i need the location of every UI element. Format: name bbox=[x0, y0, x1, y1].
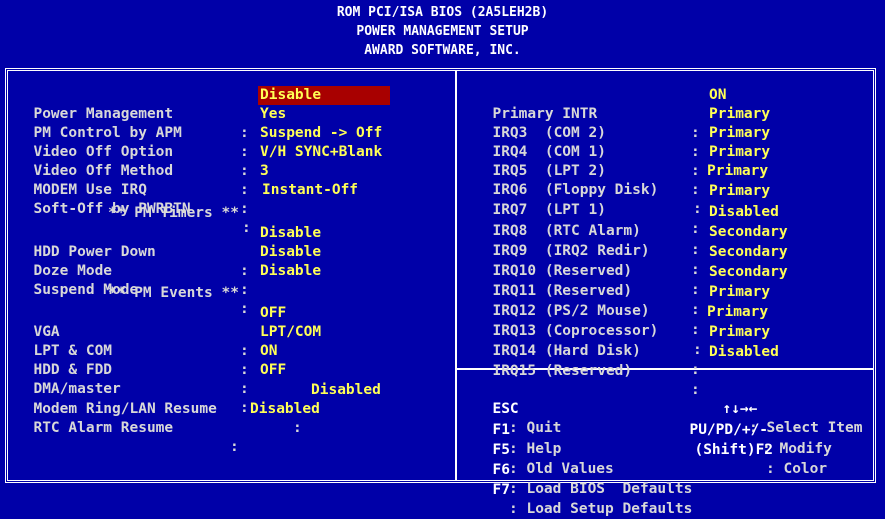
irq-row[interactable]: IRQ12 (PS/2 Mouse) : Primary bbox=[475, 283, 770, 338]
setting-rtc-alarm-resume[interactable]: RTC Alarm Resume : Disabled bbox=[16, 400, 319, 455]
help-modify: PU/PD/+/- : Modify bbox=[672, 402, 831, 457]
setting-value[interactable]: Disabled bbox=[250, 400, 320, 419]
setting-value[interactable]: Primary bbox=[709, 182, 770, 201]
setting-dma-master[interactable]: DMA/master : OFF bbox=[16, 361, 286, 416]
setting-lpt-com[interactable]: LPT & COM : LPT/COM bbox=[16, 323, 321, 378]
setting-value[interactable]: Secondary bbox=[709, 263, 788, 282]
setting-value[interactable]: Primary bbox=[709, 124, 770, 143]
setting-value[interactable]: Yes bbox=[260, 105, 286, 124]
help-f1: F1 : Help bbox=[475, 402, 561, 457]
setting-value[interactable]: Secondary bbox=[709, 223, 788, 242]
setting-value[interactable]: Disabled bbox=[709, 343, 779, 362]
setting-value[interactable]: LPT/COM bbox=[260, 323, 321, 342]
help-esc: ESC : Quit bbox=[475, 381, 561, 436]
irq-row[interactable]: IRQ8 (RTC Alarm) : Disabled bbox=[475, 203, 778, 258]
setting-value[interactable]: Suspend -> Off bbox=[260, 124, 382, 143]
setting-modem-use-irq[interactable]: MODEM Use IRQ : 3 bbox=[16, 162, 268, 217]
setting-value[interactable]: Disable bbox=[260, 243, 321, 262]
irq-row[interactable]: IRQ15 (Reserved) : Disabled bbox=[475, 343, 778, 398]
setting-value[interactable]: Instant-Off bbox=[262, 181, 358, 200]
irq-row[interactable]: IRQ13 (Coprocessor) : Primary bbox=[475, 303, 768, 358]
setting-value-selected[interactable]: Disable bbox=[258, 86, 390, 105]
setting-value[interactable]: 3 bbox=[260, 162, 269, 181]
setting-value[interactable]: Primary bbox=[709, 105, 770, 124]
pm-timers-heading: ** PM Timers ** bbox=[108, 205, 239, 221]
setting-modem-ring-lan-resume[interactable]: Modem Ring/LAN Resume : Disabled bbox=[16, 381, 380, 436]
setting-value[interactable]: Secondary bbox=[709, 243, 788, 262]
setting-value[interactable]: Primary bbox=[707, 303, 768, 322]
help-text: : Old Values bbox=[509, 461, 614, 477]
vendor-name: AWARD SOFTWARE, INC. bbox=[364, 43, 521, 58]
setting-primary-intr[interactable]: Primary INTR : ON bbox=[475, 86, 726, 141]
setting-value[interactable]: ON bbox=[260, 342, 277, 361]
help-text: : Load Setup Defaults bbox=[509, 501, 693, 517]
setting-value[interactable]: Disabled bbox=[311, 381, 381, 400]
setting-value[interactable]: Primary bbox=[709, 283, 770, 302]
irq-row[interactable]: IRQ6 (Floppy Disk) : Primary bbox=[475, 162, 768, 217]
help-f5: F5 : Old Values bbox=[475, 422, 613, 477]
setting-value[interactable]: ON bbox=[709, 86, 726, 105]
setting-value[interactable]: OFF bbox=[260, 361, 286, 380]
setting-value[interactable]: Primary bbox=[709, 143, 770, 162]
setting-suspend-mode[interactable]: Suspend Mode : Disable bbox=[16, 262, 321, 317]
setting-power-management[interactable]: Power Management : Disable bbox=[16, 86, 390, 141]
irq-row[interactable]: IRQ7 (LPT 1) : Primary bbox=[475, 182, 770, 237]
setting-value[interactable]: Disable bbox=[260, 224, 321, 243]
bios-title: ROM PCI/ISA BIOS (2A5LEH2B) bbox=[336, 5, 549, 20]
help-text: : Help bbox=[509, 441, 562, 457]
pm-events-heading: ** PM Events ** bbox=[108, 285, 239, 301]
setting-value[interactable]: Disable bbox=[260, 262, 321, 281]
setting-video-off-method[interactable]: Video Off Method : V/H SYNC+Blank bbox=[16, 143, 382, 198]
setting-value[interactable]: OFF bbox=[260, 304, 286, 323]
help-select-item: ↑↓→← : Select Item bbox=[705, 381, 862, 436]
setting-pm-control-apm[interactable]: PM Control by APM : Yes bbox=[16, 105, 286, 160]
setup-page-title: POWER MANAGEMENT SETUP bbox=[356, 24, 529, 39]
help-key: (Shift)F2 bbox=[694, 442, 774, 458]
column-divider bbox=[455, 71, 457, 480]
help-f7: F7 : Load Setup Defaults bbox=[475, 462, 692, 517]
setting-value[interactable]: Disabled bbox=[709, 203, 779, 222]
help-key: F7 bbox=[492, 482, 510, 498]
help-text: : Load BIOS Defaults bbox=[509, 481, 693, 497]
irq-row[interactable]: IRQ3 (COM 2) : Primary bbox=[475, 105, 770, 160]
irq-row[interactable]: IRQ9 (IRQ2 Redir) : Secondary bbox=[475, 223, 787, 278]
setting-value[interactable]: V/H SYNC+Blank bbox=[260, 143, 382, 162]
help-f6: F6 : Load BIOS Defaults bbox=[475, 442, 692, 497]
setting-value[interactable]: Primary bbox=[709, 323, 770, 342]
help-text: : Color bbox=[766, 461, 828, 477]
bios-header: ROM PCI/ISA BIOS (2A5LEH2B) POWER MANAGE… bbox=[0, 0, 885, 68]
help-color: (Shift)F2 : Color bbox=[677, 422, 827, 477]
setting-vga[interactable]: VGA : OFF bbox=[16, 304, 286, 359]
setting-hdd-power-down[interactable]: HDD Power Down : Disable bbox=[16, 224, 321, 279]
setting-doze-mode[interactable]: Doze Mode : Disable bbox=[16, 243, 321, 298]
setting-soft-off-pwrbtn[interactable]: Soft-Off by PWRBTN : Instant-Off bbox=[16, 181, 358, 236]
setting-value[interactable]: Primary bbox=[707, 162, 768, 181]
setting-video-off-option[interactable]: Video Off Option : Suspend -> Off bbox=[16, 124, 382, 179]
irq-row[interactable]: IRQ4 (COM 1) : Primary bbox=[475, 124, 770, 179]
irq-row[interactable]: IRQ14 (Hard Disk) : Primary bbox=[475, 323, 770, 378]
irq-row[interactable]: IRQ5 (LPT 2) : Primary bbox=[475, 143, 770, 198]
irq-row[interactable]: IRQ10 (Reserved) : Secondary bbox=[475, 243, 787, 298]
setting-hdd-fdd[interactable]: HDD & FDD : ON bbox=[16, 342, 277, 397]
help-text: : Quit bbox=[509, 420, 562, 436]
irq-row[interactable]: IRQ11 (Reserved) : Secondary bbox=[475, 263, 787, 318]
